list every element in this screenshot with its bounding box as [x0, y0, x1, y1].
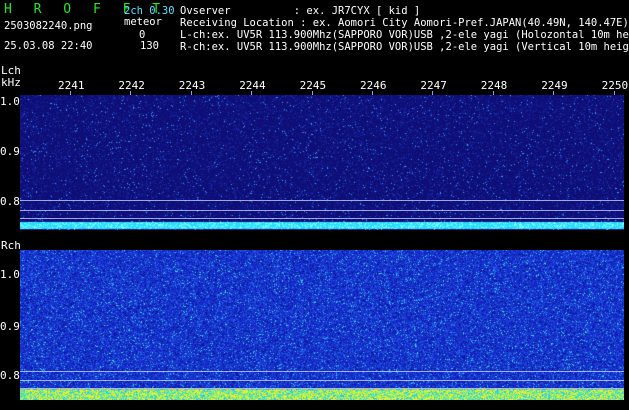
time-tick-label: 2243	[178, 79, 206, 92]
lch-ytick-1-0: 1.0	[0, 95, 20, 108]
datetime-label: 25.03.08 22:40	[4, 40, 93, 52]
lch-info-line: L-ch:ex. UV5R 113.900Mhz(SAPPORO VOR)USB…	[180, 29, 629, 41]
rch-ytick-0-9: 0.9	[0, 320, 20, 333]
lch-unit-label: kHz	[1, 76, 21, 89]
lch-ref-line	[20, 200, 624, 201]
time-tick-label: 2242	[118, 79, 145, 92]
time-tick-label: 2241	[58, 79, 85, 92]
time-tick-label: 2249	[541, 79, 568, 92]
observer-line: Ovserver : ex. JR7CYX [ kid ]	[180, 5, 421, 17]
filename-label: 2503082240.png	[4, 20, 93, 32]
meteor-rch-count: 130	[140, 40, 159, 52]
time-tick-label: 2244	[239, 79, 266, 92]
location-line: Receiving Location : ex. Aomori City Aom…	[180, 17, 629, 29]
meteor-label: meteor	[124, 16, 162, 28]
time-tick-label: 2247	[420, 79, 447, 92]
lch-ref-line	[20, 210, 624, 211]
time-tick-label: 2250	[601, 79, 629, 92]
rch-ref-line	[20, 380, 624, 381]
time-tick-label: 2246	[360, 79, 387, 92]
lch-ref-line	[20, 218, 624, 219]
rch-spectrogram-canvas	[20, 250, 624, 400]
lch-spectrogram	[20, 95, 624, 230]
rch-channel-label: Rch	[1, 239, 21, 252]
time-tick-label: 2248	[480, 79, 508, 92]
time-tick-label: 2245	[299, 79, 327, 92]
rch-info-line: R-ch:ex. UV5R 113.900Mhz(SAPPORO VOR)USB…	[180, 41, 629, 53]
rch-ytick-0-8: 0.8	[0, 369, 20, 382]
rch-ref-line	[20, 388, 624, 389]
lch-ytick-0-8: 0.8	[0, 195, 20, 208]
rch-spectrogram	[20, 250, 624, 400]
rch-ref-line	[20, 371, 624, 372]
lch-ytick-0-9: 0.9	[0, 145, 20, 158]
rch-ytick-1-0: 1.0	[0, 268, 20, 281]
